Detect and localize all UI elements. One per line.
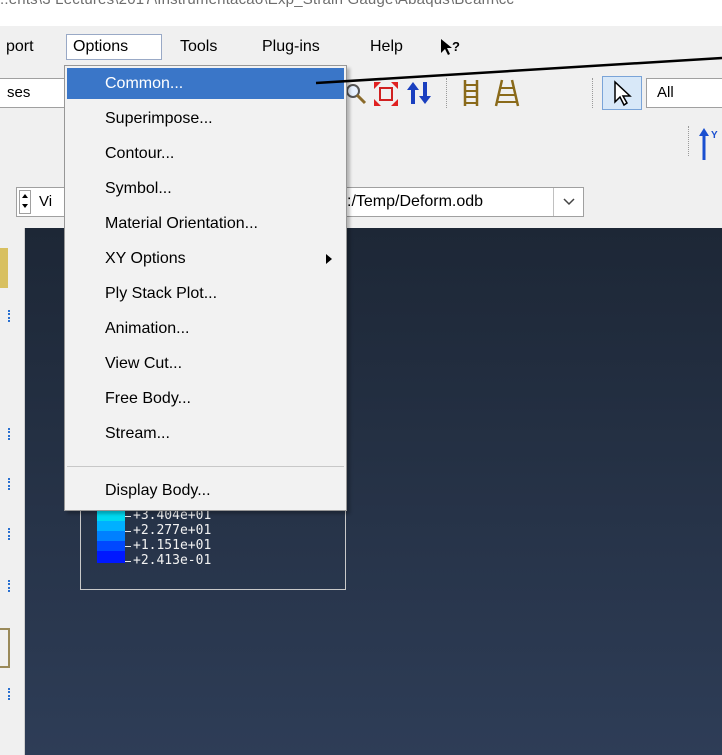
toolbar-separator bbox=[688, 126, 689, 156]
window-title: ..ents\3 Lectures\2017\Instrumentacao\Ex… bbox=[0, 0, 514, 8]
module-combo-label: Vi bbox=[39, 193, 53, 210]
menu-plugins-label: Plug-ins bbox=[262, 38, 320, 55]
selection-filter-value: All bbox=[657, 84, 674, 101]
menu-item-label: View Cut... bbox=[105, 355, 183, 372]
whats-this-help-icon[interactable]: ? bbox=[432, 34, 466, 60]
options-dropdown-menu: Common... Superimpose... Contour... Symb… bbox=[64, 65, 347, 511]
menu-item-label: Display Body... bbox=[105, 482, 211, 499]
select-tool-button[interactable] bbox=[602, 76, 642, 110]
toolbox-icon-partial[interactable] bbox=[0, 248, 8, 288]
toolbox-separator bbox=[8, 478, 13, 490]
menu-item-ply-stack-plot[interactable]: Ply Stack Plot... bbox=[67, 278, 344, 309]
legend-tick bbox=[125, 561, 131, 562]
odb-path-value: :/Temp/Deform.odb bbox=[347, 193, 484, 210]
menu-item-label: XY Options bbox=[105, 250, 186, 267]
svg-text:Y: Y bbox=[711, 130, 718, 141]
legend-color-swatch bbox=[97, 531, 125, 541]
select-arrow-icon bbox=[614, 80, 632, 107]
selection-filter-combo[interactable]: All bbox=[646, 78, 722, 108]
menu-options-label: Options bbox=[73, 38, 129, 55]
menu-item-label: Free Body... bbox=[105, 390, 191, 407]
toolbox-separator bbox=[8, 310, 13, 322]
menu-separator bbox=[67, 466, 344, 467]
legend-label: +2.413e-01 bbox=[133, 553, 212, 568]
menu-item-label: Common... bbox=[105, 75, 184, 92]
toolbar-separator bbox=[446, 78, 447, 108]
ladder-icon[interactable] bbox=[492, 78, 522, 108]
step-combo[interactable]: ses bbox=[0, 78, 66, 108]
menu-item-label: Animation... bbox=[105, 320, 190, 337]
legend-tick bbox=[125, 516, 131, 517]
menu-help-label: Help bbox=[370, 38, 403, 55]
odb-path-combo[interactable]: :/Temp/Deform.odb bbox=[340, 187, 584, 217]
menu-item-label: Symbol... bbox=[105, 180, 172, 197]
menu-item-label: Stream... bbox=[105, 425, 170, 442]
menu-item-stream[interactable]: Stream... bbox=[67, 418, 344, 449]
legend-color-swatch bbox=[97, 511, 125, 521]
menu-item-display-body[interactable]: Display Body... bbox=[67, 475, 344, 506]
module-spinner-icon[interactable] bbox=[19, 190, 31, 214]
toolbox-separator bbox=[8, 580, 13, 592]
menu-item-view-cut[interactable]: View Cut... bbox=[67, 348, 344, 379]
menu-import[interactable]: port bbox=[0, 34, 40, 60]
menu-item-label: Material Orientation... bbox=[105, 215, 258, 232]
menu-bar: port Options Tools Plug-ins Help ? bbox=[0, 26, 722, 66]
toolbar-separator bbox=[592, 78, 593, 108]
svg-text:?: ? bbox=[452, 39, 460, 54]
legend-tick bbox=[125, 531, 131, 532]
toolbox-strip bbox=[0, 228, 25, 755]
menu-item-common[interactable]: Common... bbox=[67, 68, 344, 99]
window-title-bar: ..ents\3 Lectures\2017\Instrumentacao\Ex… bbox=[0, 0, 722, 26]
menu-item-contour[interactable]: Contour... bbox=[67, 138, 344, 169]
menu-item-symbol[interactable]: Symbol... bbox=[67, 173, 344, 204]
menu-import-label: port bbox=[6, 38, 34, 55]
legend-label: +1.151e+01 bbox=[133, 538, 212, 553]
fit-view-icon[interactable] bbox=[372, 80, 400, 108]
menu-item-animation[interactable]: Animation... bbox=[67, 313, 344, 344]
legend-color-swatch bbox=[97, 541, 125, 551]
menu-options[interactable]: Options bbox=[66, 34, 162, 60]
legend-tick bbox=[125, 546, 131, 547]
menu-item-label: Ply Stack Plot... bbox=[105, 285, 218, 302]
step-combo-label: ses bbox=[7, 84, 31, 101]
menu-tools-label: Tools bbox=[180, 38, 218, 55]
toolbox-icon-partial[interactable] bbox=[0, 628, 10, 668]
module-combo[interactable]: Vi bbox=[16, 187, 68, 217]
menu-plugins[interactable]: Plug-ins bbox=[256, 34, 326, 60]
menu-item-xy-options[interactable]: XY Options bbox=[67, 243, 344, 274]
menu-item-free-body[interactable]: Free Body... bbox=[67, 383, 344, 414]
submenu-arrow-icon bbox=[326, 254, 332, 264]
legend-color-swatch bbox=[97, 521, 125, 531]
menu-tools[interactable]: Tools bbox=[174, 34, 223, 60]
zoom-icon[interactable] bbox=[344, 82, 368, 106]
swap-icon[interactable] bbox=[404, 78, 434, 108]
odb-combo-dropdown-button[interactable] bbox=[553, 188, 584, 216]
chevron-down-icon bbox=[563, 198, 575, 206]
toolbox-separator bbox=[8, 528, 13, 540]
menu-item-superimpose[interactable]: Superimpose... bbox=[67, 103, 344, 134]
legend-color-swatch bbox=[97, 551, 125, 563]
rails-icon[interactable] bbox=[458, 78, 484, 108]
toolbox-separator bbox=[8, 428, 13, 440]
menu-item-label: Superimpose... bbox=[105, 110, 213, 127]
help-pointer-glyph: ? bbox=[441, 38, 460, 55]
toolbox-separator bbox=[8, 688, 13, 700]
menu-item-label: Contour... bbox=[105, 145, 175, 162]
legend-label: +2.277e+01 bbox=[133, 523, 212, 538]
menu-item-material-orientation[interactable]: Material Orientation... bbox=[67, 208, 344, 239]
axis-triad-icon[interactable]: Y bbox=[696, 126, 722, 162]
menu-help[interactable]: Help bbox=[364, 34, 409, 60]
